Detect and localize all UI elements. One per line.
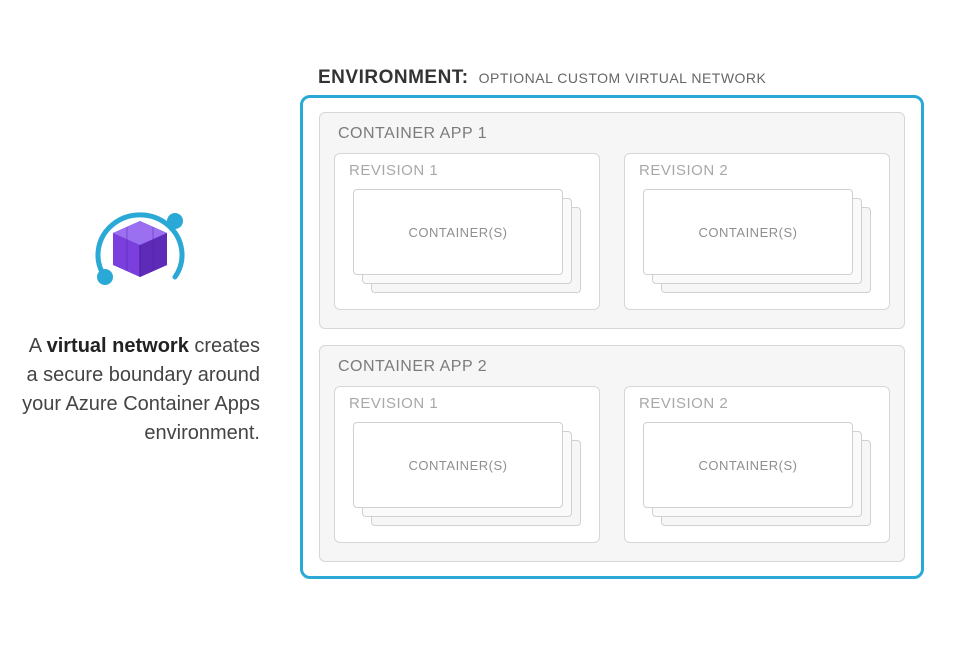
- stack-card-front: CONTAINER(S): [643, 422, 853, 508]
- environment-header: ENVIRONMENT: OPTIONAL CUSTOM VIRTUAL NET…: [318, 67, 924, 89]
- environment-label: ENVIRONMENT:: [318, 67, 469, 89]
- container-stack: CONTAINER(S): [353, 189, 581, 293]
- stack-card-front: CONTAINER(S): [353, 189, 563, 275]
- revision-title: REVISION 2: [639, 162, 877, 179]
- container-label: CONTAINER(S): [409, 458, 508, 473]
- container-stack: CONTAINER(S): [643, 422, 871, 526]
- container-label: CONTAINER(S): [699, 225, 798, 240]
- app-title: CONTAINER APP 1: [338, 125, 890, 143]
- container-label: CONTAINER(S): [699, 458, 798, 473]
- desc-prefix: A: [29, 335, 47, 357]
- container-label: CONTAINER(S): [409, 225, 508, 240]
- revision-row: REVISION 1 CONTAINER(S) REVISION 2 CONTA…: [334, 153, 890, 310]
- environment-box: CONTAINER APP 1 REVISION 1 CONTAINER(S) …: [300, 95, 924, 579]
- virtual-network-icon: [85, 199, 195, 304]
- diagram-panel: ENVIRONMENT: OPTIONAL CUSTOM VIRTUAL NET…: [300, 57, 954, 589]
- revision-box: REVISION 2 CONTAINER(S): [624, 386, 890, 543]
- stack-card-front: CONTAINER(S): [643, 189, 853, 275]
- desc-bold: virtual network: [47, 335, 189, 357]
- revision-box: REVISION 2 CONTAINER(S): [624, 153, 890, 310]
- container-app-1: CONTAINER APP 1 REVISION 1 CONTAINER(S) …: [319, 112, 905, 329]
- container-stack: CONTAINER(S): [353, 422, 581, 526]
- revision-title: REVISION 1: [349, 162, 587, 179]
- container-app-2: CONTAINER APP 2 REVISION 1 CONTAINER(S) …: [319, 345, 905, 562]
- stack-card-front: CONTAINER(S): [353, 422, 563, 508]
- description-text: A virtual network creates a secure bound…: [20, 332, 260, 448]
- description-panel: A virtual network creates a secure bound…: [0, 199, 300, 448]
- container-stack: CONTAINER(S): [643, 189, 871, 293]
- environment-sublabel: OPTIONAL CUSTOM VIRTUAL NETWORK: [479, 70, 767, 86]
- revision-title: REVISION 2: [639, 395, 877, 412]
- revision-box: REVISION 1 CONTAINER(S): [334, 153, 600, 310]
- revision-title: REVISION 1: [349, 395, 587, 412]
- revision-box: REVISION 1 CONTAINER(S): [334, 386, 600, 543]
- app-title: CONTAINER APP 2: [338, 358, 890, 376]
- revision-row: REVISION 1 CONTAINER(S) REVISION 2 CONTA…: [334, 386, 890, 543]
